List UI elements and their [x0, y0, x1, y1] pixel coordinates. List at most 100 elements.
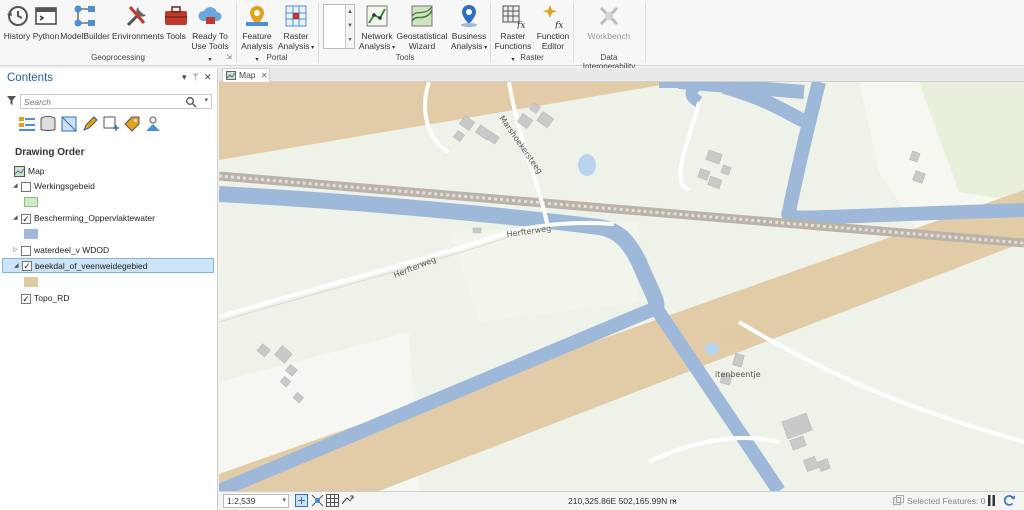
search-options-icon[interactable]: ▾: [204, 96, 208, 104]
history-button[interactable]: History: [2, 3, 32, 41]
list-by-drawing-order-icon[interactable]: [18, 115, 36, 133]
feature-analysis-icon: [246, 6, 268, 26]
function-editor-label2: Editor: [541, 41, 565, 51]
search-input[interactable]: [21, 95, 181, 108]
network-analysis-label: Network: [361, 31, 393, 41]
dialog-launcher-icon[interactable]: ⇲: [226, 53, 232, 61]
selected-features-status[interactable]: Selected Features: 0: [893, 495, 985, 506]
refresh-extent-icon[interactable]: [341, 494, 354, 507]
layer-row-werkingsgebeid[interactable]: ◢ Werkingsgebeid: [0, 179, 216, 194]
search-icon[interactable]: [185, 96, 197, 108]
svg-text:fx: fx: [516, 21, 525, 29]
layer-visibility-checkbox[interactable]: ✓: [21, 294, 31, 304]
filter-icon[interactable]: [6, 95, 17, 106]
full-extent-icon[interactable]: [311, 494, 324, 507]
tab-map[interactable]: Map ✕: [222, 68, 270, 82]
pause-drawing-icon[interactable]: [985, 494, 998, 507]
fixed-zoom-icon[interactable]: [295, 494, 308, 507]
list-by-snapping-icon[interactable]: [102, 115, 120, 133]
raster-analysis-button[interactable]: Raster Analysis ▾: [277, 3, 315, 53]
history-label: History: [3, 31, 31, 41]
environments-icon: [126, 6, 146, 27]
coordinate-readout: 210,325.86E 502,165.99N m: [568, 496, 677, 506]
layer-visibility-checkbox[interactable]: [21, 182, 31, 192]
list-by-labeling-icon[interactable]: [123, 115, 141, 133]
gallery-up-icon[interactable]: ▲: [346, 5, 354, 19]
gallery-expand-icon[interactable]: ▾: [346, 33, 354, 47]
expand-icon[interactable]: ▷: [13, 243, 18, 258]
gallery-down-icon[interactable]: ▼: [346, 19, 354, 33]
chevron-down-icon[interactable]: ⌄: [671, 495, 678, 504]
business-analysis-icon: [461, 5, 477, 27]
list-by-source-icon[interactable]: [39, 115, 57, 133]
ready-to-use-tools-label2: Use Tools: [191, 41, 229, 51]
layer-row-beekdal-of-veenweidegebied[interactable]: ◢ ✓ beekdal_of_veenweidegebied: [2, 258, 214, 273]
grid-icon[interactable]: [326, 494, 339, 507]
workbench-button[interactable]: Workbench: [586, 3, 632, 41]
tools-button[interactable]: Tools: [163, 3, 189, 41]
close-icon[interactable]: ✕: [204, 72, 212, 83]
layer-name: Topo_RD: [34, 293, 70, 303]
ready-to-use-tools-icon: [198, 7, 222, 24]
function-editor-icon: fx: [543, 5, 563, 29]
scale-selector[interactable]: 1:2,539 ▾: [223, 494, 289, 508]
geostatistical-wizard-button[interactable]: Geostatistical Wizard: [396, 3, 448, 51]
environments-button[interactable]: Environments: [112, 3, 164, 41]
pond: [578, 154, 596, 176]
layer-symbol-swatch[interactable]: [24, 277, 38, 287]
modelbuilder-icon: [74, 5, 95, 27]
toolbox-icon: [165, 6, 187, 25]
layer-visibility-checkbox[interactable]: ✓: [22, 261, 32, 271]
ribbon-separator: [573, 3, 574, 63]
place-label: itenbeentje: [715, 370, 761, 379]
python-button[interactable]: Python: [31, 3, 61, 41]
layer-row-topo-rd[interactable]: ✓ Topo_RD: [0, 291, 216, 306]
business-analysis-button[interactable]: Business Analysis ▾: [450, 3, 488, 53]
raster-functions-label: Raster: [500, 31, 526, 41]
chevron-down-icon[interactable]: ▾: [282, 495, 286, 507]
list-by-perspective-imagery-icon[interactable]: [144, 115, 162, 133]
pin-icon[interactable]: ᛘ: [193, 72, 198, 82]
workbench-icon: [599, 6, 619, 26]
collapse-icon[interactable]: ◢: [13, 211, 18, 226]
history-icon: [7, 6, 28, 26]
layer-row-waterdeel-v-wdod[interactable]: ▷ waterdeel_v WDOD: [0, 243, 216, 258]
selection-icon: [893, 495, 904, 505]
close-tab-icon[interactable]: ✕: [261, 69, 268, 82]
layer-row-bescherming-oppervlaktewater[interactable]: ◢ ✓ Bescherming_Oppervlaktewater: [0, 211, 216, 226]
gallery-scrollbar[interactable]: ▲ ▼ ▾: [345, 5, 354, 48]
portal-group-label: Portal: [266, 53, 288, 62]
pane-options-icon[interactable]: ▾: [182, 72, 187, 83]
layer-name: beekdal_of_veenweidegebied: [35, 261, 148, 271]
svg-text:fx: fx: [554, 21, 563, 29]
tools-label: Tools: [166, 31, 186, 41]
function-editor-button[interactable]: fx Function Editor: [534, 3, 572, 51]
feature-analysis-label2: Analysis: [241, 41, 273, 51]
tools-gallery[interactable]: ▲ ▼ ▾: [323, 4, 355, 49]
layer-name: waterdeel_v WDOD: [34, 245, 110, 255]
list-by-editing-icon[interactable]: [81, 115, 99, 133]
map-node-label: Map: [28, 166, 45, 176]
geostatistical-wizard-label2: Wizard: [408, 41, 436, 51]
pond: [705, 343, 719, 355]
ribbon-separator: [645, 3, 646, 63]
map-node[interactable]: Map: [0, 164, 216, 179]
layer-visibility-checkbox[interactable]: ✓: [21, 214, 31, 224]
layer-symbol-swatch[interactable]: [24, 197, 38, 207]
layer-symbol-swatch[interactable]: [24, 229, 38, 239]
search-box[interactable]: ▾: [20, 94, 212, 109]
collapse-icon[interactable]: ◢: [14, 259, 19, 274]
raster-analysis-label2: Analysis: [277, 41, 310, 51]
modelbuilder-label: ModelBuilder: [60, 31, 110, 41]
layer-visibility-checkbox[interactable]: [21, 246, 31, 256]
modelbuilder-button[interactable]: ModelBuilder: [60, 3, 110, 41]
map-tab-icon: [226, 71, 236, 80]
map-canvas[interactable]: Marshoekersteeg Herfterweg Herfterweg it…: [219, 82, 1024, 491]
list-by-selection-icon[interactable]: [60, 115, 78, 133]
network-analysis-button[interactable]: Network Analysis ▾: [358, 3, 396, 53]
geostatistical-wizard-label: Geostatistical: [396, 31, 448, 41]
collapse-icon[interactable]: ◢: [13, 179, 18, 194]
refresh-icon[interactable]: [1003, 494, 1016, 507]
map-icon: [14, 166, 25, 177]
contents-title: Contents: [7, 72, 54, 84]
